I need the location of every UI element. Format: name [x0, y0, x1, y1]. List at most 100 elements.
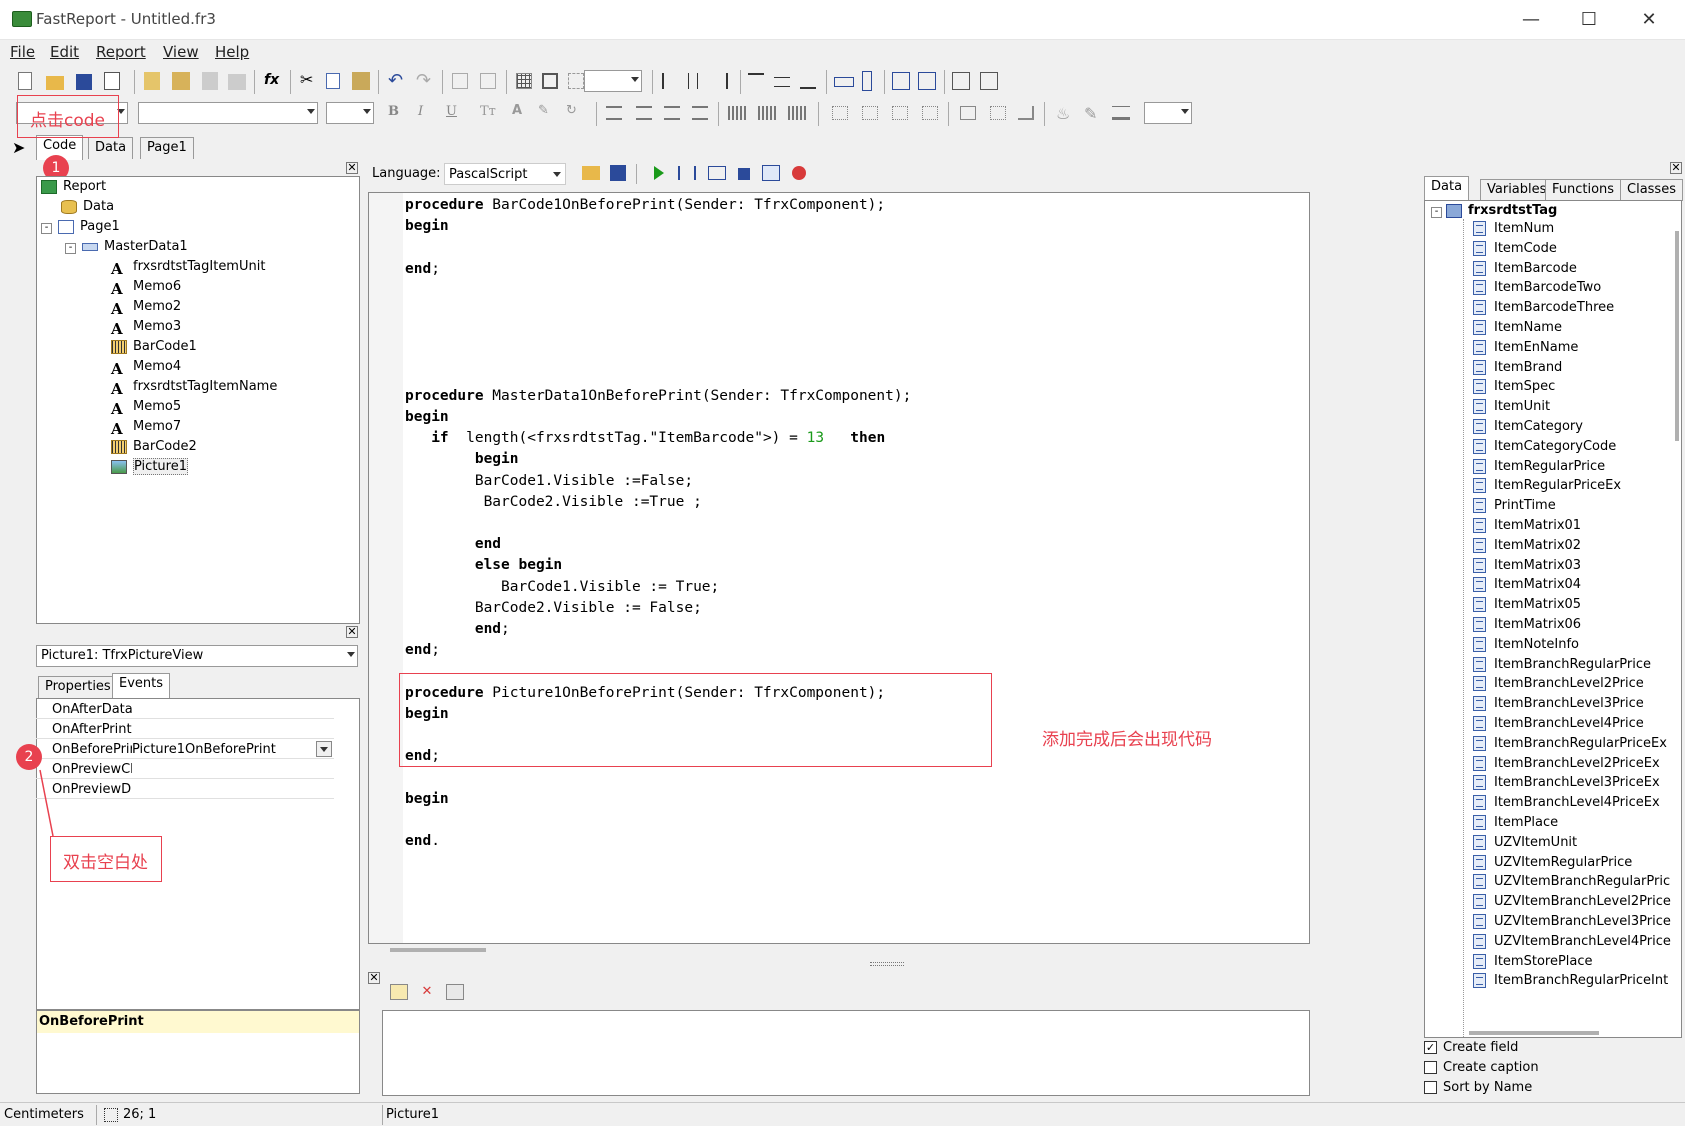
- field-icon: [1473, 577, 1486, 593]
- field-item[interactable]: ItemNoteInfo: [1473, 636, 1579, 652]
- field-icon: [1473, 676, 1486, 692]
- right-splitter[interactable]: [1412, 162, 1420, 1102]
- field-item[interactable]: ItemMatrix04: [1473, 577, 1581, 593]
- field-item[interactable]: UZVItemBranchLevel2Price: [1473, 894, 1671, 910]
- data-tree: - frxsrdtstTag ItemNum ItemCode ItemBarcode…: [1424, 200, 1682, 1038]
- field-icon: [1473, 320, 1486, 335]
- breakpoint-icon[interactable]: [792, 166, 806, 180]
- field-icon: [1473, 300, 1486, 316]
- field-icon: [1473, 834, 1486, 850]
- field-item[interactable]: PrintTime: [1473, 498, 1556, 514]
- field-item[interactable]: ItemBranchLevel3Price: [1473, 696, 1644, 712]
- language-select[interactable]: PascalScript: [444, 163, 566, 185]
- field-item[interactable]: ItemCategory: [1473, 419, 1583, 434]
- field-icon: [1473, 240, 1486, 256]
- code-line: begin: [405, 218, 449, 235]
- field-icon: [1473, 537, 1486, 553]
- option-create-field[interactable]: ✓ Create field: [1424, 1040, 1518, 1055]
- code-line: begin: [474, 451, 519, 468]
- option-sort-by-name[interactable]: Sort by Name: [1424, 1080, 1532, 1095]
- field-icon: [1473, 914, 1486, 929]
- checkbox-icon[interactable]: [1424, 1081, 1437, 1094]
- edit-watch-icon[interactable]: [446, 984, 464, 1000]
- open-script-icon[interactable]: [582, 166, 600, 180]
- option-create-caption[interactable]: Create caption: [1424, 1060, 1539, 1075]
- field-item[interactable]: ItemEnName: [1473, 339, 1578, 355]
- delete-watch-icon[interactable]: ✕: [418, 984, 436, 1000]
- field-item[interactable]: ItemBrand: [1473, 359, 1562, 375]
- field-item[interactable]: ItemBranchLevel4PriceEx: [1473, 795, 1660, 811]
- field-item[interactable]: UZVItemBranchLevel4Price: [1473, 933, 1671, 949]
- field-item[interactable]: ItemUnit: [1473, 399, 1550, 415]
- field-item[interactable]: ItemCode: [1473, 240, 1557, 256]
- field-item[interactable]: ItemBranchRegularPriceInt: [1473, 973, 1668, 989]
- editor-hscroll-area[interactable]: [368, 944, 1310, 958]
- field-icon: [1473, 280, 1486, 296]
- field-item[interactable]: ItemName: [1473, 320, 1562, 335]
- field-item[interactable]: ItemSpec: [1473, 379, 1555, 395]
- field-icon: [1473, 518, 1486, 533]
- bottom-splitter[interactable]: [870, 962, 904, 966]
- code-editor[interactable]: procedure BarCode1OnBeforePrint(Sender: …: [368, 192, 1310, 953]
- field-item[interactable]: ItemNum: [1473, 221, 1554, 236]
- field-item[interactable]: ItemRegularPriceEx: [1473, 478, 1621, 494]
- horizontal-scrollbar[interactable]: [1469, 1031, 1599, 1035]
- stop-icon[interactable]: [738, 168, 750, 180]
- field-item[interactable]: ItemRegularPrice: [1473, 458, 1605, 474]
- field-icon: [1473, 716, 1486, 731]
- field-item[interactable]: ItemMatrix01: [1473, 518, 1581, 533]
- annotation-new-code-box: [399, 673, 992, 767]
- field-item[interactable]: ItemBranchRegularPrice: [1473, 656, 1651, 672]
- step-over-icon[interactable]: [708, 166, 726, 180]
- close-icon[interactable]: ✕: [1670, 162, 1682, 174]
- field-icon: [1473, 636, 1486, 652]
- vertical-scrollbar[interactable]: [1675, 231, 1679, 441]
- field-icon: [1473, 775, 1486, 791]
- step-into-icon[interactable]: [678, 166, 696, 180]
- field-item[interactable]: ItemStorePlace: [1473, 953, 1593, 969]
- field-item[interactable]: ItemBarcodeTwo: [1473, 280, 1601, 296]
- save-script-icon[interactable]: [610, 165, 626, 181]
- field-item[interactable]: ItemMatrix03: [1473, 557, 1581, 573]
- field-icon: [1473, 359, 1486, 375]
- evaluate-icon[interactable]: [762, 165, 780, 181]
- field-item[interactable]: UZVItemBranchRegularPric: [1473, 874, 1670, 890]
- field-item[interactable]: ItemCategoryCode: [1473, 438, 1616, 454]
- code-line: end;: [474, 621, 510, 637]
- tab-variables[interactable]: Variables: [1480, 179, 1554, 201]
- field-item[interactable]: ItemMatrix02: [1473, 537, 1581, 553]
- field-item[interactable]: UZVItemUnit: [1473, 834, 1577, 850]
- field-item[interactable]: ItemBarcodeThree: [1473, 300, 1614, 316]
- run-icon[interactable]: [654, 166, 664, 180]
- field-icon: [1473, 438, 1486, 454]
- field-icon: [1473, 458, 1486, 474]
- code-line: begin: [405, 790, 449, 807]
- language-label: Language:: [372, 166, 441, 181]
- field-item[interactable]: ItemBarcode: [1473, 260, 1577, 276]
- checkbox-icon[interactable]: ✓: [1424, 1041, 1437, 1054]
- tab-functions[interactable]: Functions: [1545, 179, 1622, 201]
- field-item[interactable]: UZVItemBranchLevel3Price: [1473, 914, 1671, 929]
- field-item[interactable]: ItemBranchLevel3PriceEx: [1473, 775, 1660, 791]
- field-item[interactable]: ItemBranchLevel4Price: [1473, 716, 1644, 731]
- field-item[interactable]: ItemMatrix05: [1473, 597, 1581, 613]
- tab-data-tree[interactable]: Data: [1424, 176, 1470, 200]
- status-object: Picture1: [386, 1107, 439, 1122]
- code-line: begin: [405, 409, 449, 425]
- field-item[interactable]: ItemBranchRegularPriceEx: [1473, 735, 1667, 751]
- checkbox-icon[interactable]: [1424, 1061, 1437, 1074]
- field-icon: [1473, 973, 1486, 989]
- status-bar: Centimeters 26; 1 Picture1: [0, 1102, 1685, 1126]
- field-item[interactable]: ItemMatrix06: [1473, 617, 1581, 632]
- left-splitter[interactable]: [360, 162, 368, 1102]
- tab-classes[interactable]: Classes: [1620, 179, 1683, 201]
- collapse-icon[interactable]: -: [1431, 207, 1442, 218]
- dataset-node[interactable]: - frxsrdtstTag: [1431, 203, 1557, 218]
- add-watch-icon[interactable]: [390, 984, 408, 1000]
- field-item[interactable]: ItemBranchLevel2PriceEx: [1473, 755, 1660, 771]
- close-icon[interactable]: ✕: [368, 972, 380, 984]
- field-item[interactable]: ItemPlace: [1473, 815, 1558, 830]
- field-item[interactable]: ItemBranchLevel2Price: [1473, 676, 1644, 692]
- watch-list[interactable]: [382, 1010, 1310, 1096]
- field-item[interactable]: UZVItemRegularPrice: [1473, 854, 1632, 870]
